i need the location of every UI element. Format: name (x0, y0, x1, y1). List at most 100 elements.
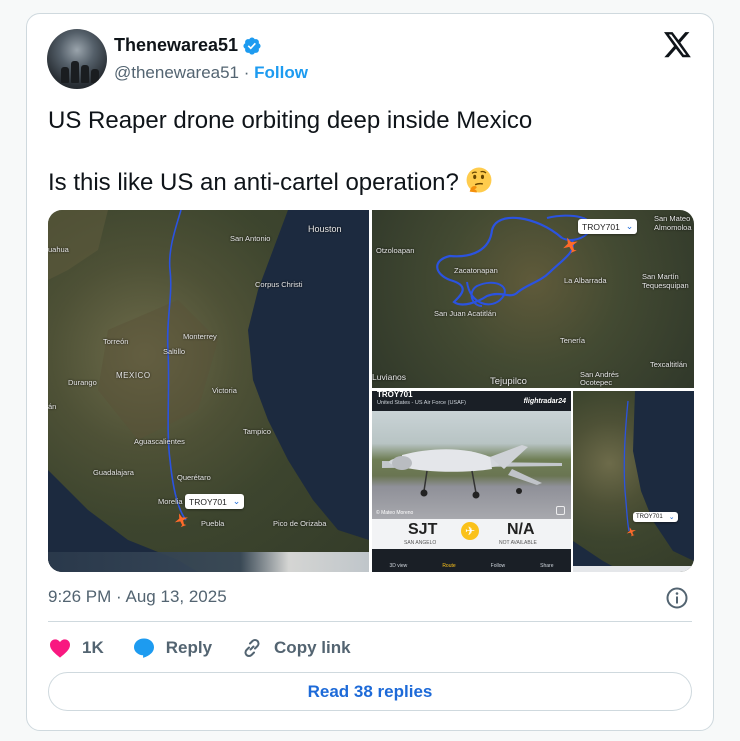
origin-code: SJT (408, 521, 438, 538)
orbit-track (436, 214, 593, 307)
tweet-line-2-text: Is this like US an anti-cartel operation… (48, 169, 459, 196)
author-display-name[interactable]: Thenewarea51 (114, 35, 238, 56)
author-handle[interactable]: @thenewarea51 (114, 63, 239, 82)
thinking-face-icon (466, 167, 492, 193)
expand-icon[interactable] (556, 506, 565, 515)
flight-callsign: TROY701 (189, 496, 227, 507)
flight-callsign-tag[interactable]: TROY701 ⌄ (185, 494, 245, 509)
tweet-time: 9:26 PM (48, 587, 112, 606)
like-count: 1K (82, 638, 104, 657)
avatar[interactable] (47, 29, 107, 89)
tab-route[interactable]: Route (442, 563, 455, 569)
flight-callsign-tag[interactable]: TROY701 ⌄ (578, 219, 638, 234)
map-label: Corpus Christi (255, 280, 303, 289)
like-button[interactable]: 1K (48, 636, 104, 660)
reply-bubble-icon (133, 638, 154, 658)
app-callsign: TROY701 (377, 391, 413, 399)
map-label: San Juan Acatitlán (434, 309, 497, 318)
tweet-text: US Reaper drone orbiting deep inside Mex… (48, 106, 688, 198)
tweet-line-2: Is this like US an anti-cartel operation… (48, 166, 688, 198)
map-label: Querétaro (177, 473, 211, 482)
media-grid[interactable]: Houston San Antonio Corpus Christi Monte… (48, 210, 694, 572)
copy-link-button[interactable]: Copy link (240, 636, 351, 660)
map-bottom-strip (48, 552, 369, 572)
info-icon[interactable] (665, 586, 689, 610)
read-replies-button[interactable]: Read 38 replies (48, 672, 692, 711)
reaper-drone-icon (382, 445, 562, 499)
app-operator: United States - US Air Force (USAF) (377, 400, 466, 406)
map-label: San Andrés Ocotepec (580, 370, 619, 387)
photo-credit: © Mateo Moreno (376, 510, 414, 516)
map-label: Tenería (560, 336, 586, 345)
verified-badge-icon (243, 36, 261, 55)
tweet-date: Aug 13, 2025 (125, 587, 227, 606)
link-icon (244, 638, 260, 658)
divider (48, 621, 692, 622)
map-label: Aguascalientes (134, 437, 185, 446)
chevron-down-icon: ⌄ (668, 514, 675, 521)
x-logo-icon[interactable] (664, 32, 692, 58)
flight-callsign-tag[interactable]: TROY701 ⌄ (633, 512, 678, 522)
map-label: Victoria (212, 386, 237, 395)
map-label: Otzoloapan (376, 246, 415, 255)
tab-follow[interactable]: Follow (491, 563, 505, 569)
drone-photo: © Mateo Moreno (372, 411, 571, 519)
map-label: Torreón (103, 337, 129, 346)
app-tabbar: 3D view Route Follow Share (372, 549, 571, 572)
map-label: San Mateo Almomoloa (654, 214, 692, 232)
map-label: Zacatonapan (454, 266, 498, 275)
author-handle-row: @thenewarea51 · Follow (114, 63, 308, 83)
app-brand: flightradar24 (523, 398, 566, 405)
map-label: Durango (68, 378, 97, 387)
route-panel: SJT SAN ANGELO ✈ N/A NOT AVAILABLE (372, 519, 571, 549)
flight-callsign: TROY701 (636, 514, 663, 520)
route-plane-icon: ✈ (461, 522, 479, 540)
map-image-small[interactable]: TROY701 ⌄ (573, 391, 694, 572)
app-header: TROY701 United States - US Air Force (US… (372, 391, 571, 411)
map-image-orbit[interactable]: Otzoloapan Zacatonapan San Juan Acatitlá… (372, 210, 694, 388)
map-main-terrain (48, 210, 369, 572)
dest-code: N/A (507, 521, 535, 538)
author-name-row: Thenewarea51 (114, 35, 262, 56)
tweet-line-1: US Reaper drone orbiting deep inside Mex… (48, 107, 533, 134)
map-label: án (48, 402, 57, 411)
chevron-down-icon: ⌄ (232, 496, 241, 506)
small-map-terrain (573, 391, 694, 572)
small-map-bottom-bar (573, 566, 694, 572)
origin-name: SAN ANGELO (404, 540, 437, 546)
timestamp-separator: · (116, 587, 122, 606)
app-screenshot[interactable]: TROY701 United States - US Air Force (US… (372, 391, 571, 572)
tweet-card: Thenewarea51 @thenewarea51 · Follow US R… (26, 13, 714, 731)
map-label: La Albarrada (564, 276, 607, 285)
map-label: Monterrey (183, 332, 217, 341)
map-label: Pico de Orizaba (273, 519, 327, 528)
map-image-main[interactable]: Houston San Antonio Corpus Christi Monte… (48, 210, 369, 572)
tab-3d-view[interactable]: 3D view (390, 563, 408, 569)
map-label: San Martín Tequesquipan (642, 272, 689, 290)
map-label: Texcaltitlán (650, 360, 688, 369)
map-label: MEXICO (116, 371, 151, 380)
chevron-down-icon: ⌄ (625, 221, 634, 231)
map-label: Tampico (243, 427, 271, 436)
read-replies-label: Read 38 replies (307, 681, 433, 701)
flight-callsign: TROY701 (582, 221, 620, 232)
reply-label: Reply (165, 638, 213, 657)
action-bar: 1K Reply Copy link (48, 634, 379, 662)
map-label: uahua (48, 245, 69, 254)
reply-button[interactable]: Reply (132, 636, 212, 660)
dest-name: NOT AVAILABLE (499, 540, 537, 546)
map-label: Tejupilco (490, 376, 527, 387)
handle-separator: · (243, 63, 250, 82)
map-label: San Antonio (230, 234, 271, 243)
map-label: Saltillo (163, 347, 186, 356)
tab-share[interactable]: Share (540, 563, 553, 569)
map-label: Houston (308, 224, 342, 234)
map-label: Guadalajara (93, 468, 134, 477)
map-label: Puebla (201, 519, 225, 528)
map-label: Luvianos (372, 372, 407, 382)
map-label: Morelia (158, 497, 183, 506)
tweet-timestamp[interactable]: 9:26 PM · Aug 13, 2025 (48, 587, 227, 607)
follow-link[interactable]: Follow (254, 63, 308, 82)
copy-link-label: Copy link (274, 638, 351, 657)
heart-icon (49, 639, 71, 658)
